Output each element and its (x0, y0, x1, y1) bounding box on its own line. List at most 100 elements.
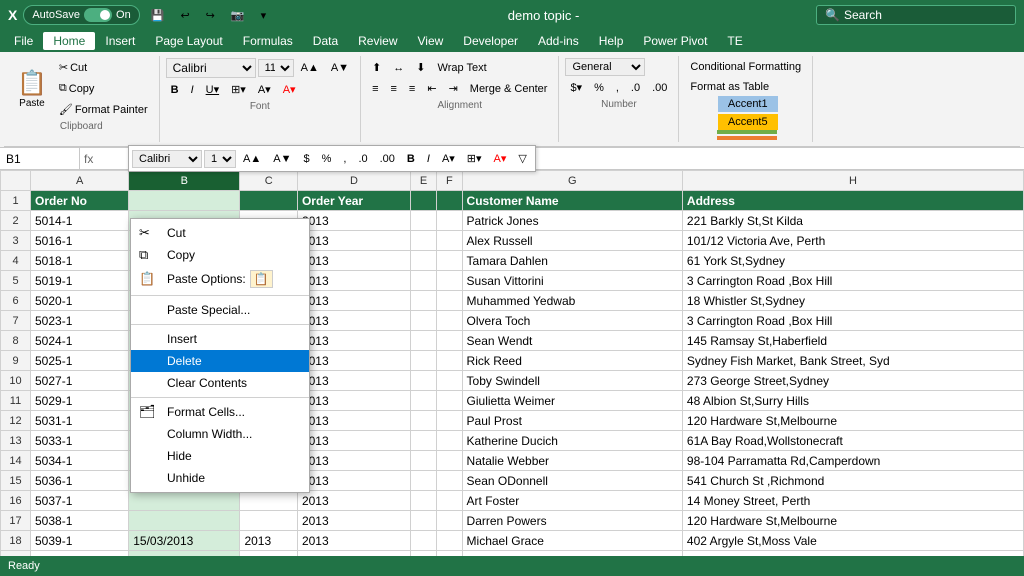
ctx-hide[interactable]: Hide (131, 445, 309, 467)
cell-d4[interactable]: 2013 (297, 251, 410, 271)
cell-f12[interactable] (437, 411, 462, 431)
cell-f11[interactable] (437, 391, 462, 411)
menu-addins[interactable]: Add-ins (528, 32, 589, 50)
cell-a1[interactable]: Order No (31, 191, 129, 211)
mini-border[interactable]: ⊞▾ (462, 149, 487, 168)
cell-a13[interactable]: 5033-1 (31, 431, 129, 451)
cell-e8[interactable] (410, 331, 436, 351)
border-button[interactable]: ⊞▾ (226, 80, 251, 99)
fill-color-button[interactable]: A▾ (253, 80, 276, 99)
mini-bold[interactable]: B (402, 150, 420, 168)
cell-d1[interactable]: Order Year (297, 191, 410, 211)
cell-a11[interactable]: 5029-1 (31, 391, 129, 411)
cell-b1[interactable] (129, 191, 240, 211)
cell-e15[interactable] (410, 471, 436, 491)
cell-f17[interactable] (437, 511, 462, 531)
ctx-paste-special[interactable]: Paste Special... (131, 299, 309, 321)
cell-e13[interactable] (410, 431, 436, 451)
cell-h16[interactable]: 14 Money Street, Perth (682, 491, 1023, 511)
format-as-table-button[interactable]: Format as Table (685, 78, 774, 96)
cell-d8[interactable]: 2013 (297, 331, 410, 351)
align-bottom-button[interactable]: ⬇ (411, 58, 430, 77)
cell-d11[interactable]: 2013 (297, 391, 410, 411)
cell-g13[interactable]: Katherine Ducich (462, 431, 682, 451)
cell-d10[interactable]: 2013 (297, 371, 410, 391)
cell-g2[interactable]: Patrick Jones (462, 211, 682, 231)
cell-e11[interactable] (410, 391, 436, 411)
cell-d12[interactable]: 2013 (297, 411, 410, 431)
cell-g9[interactable]: Rick Reed (462, 351, 682, 371)
cell-g7[interactable]: Olvera Toch (462, 311, 682, 331)
cell-g17[interactable]: Darren Powers (462, 511, 682, 531)
mini-currency[interactable]: $ (298, 150, 314, 168)
cell-e6[interactable] (410, 291, 436, 311)
cell-e17[interactable] (410, 511, 436, 531)
cell-g3[interactable]: Alex Russell (462, 231, 682, 251)
align-middle-button[interactable]: ↔ (388, 59, 409, 77)
cell-f7[interactable] (437, 311, 462, 331)
cell-e7[interactable] (410, 311, 436, 331)
cell-e18[interactable] (410, 531, 436, 551)
increase-decimal-button[interactable]: .00 (647, 78, 672, 97)
menu-power-pivot[interactable]: Power Pivot (633, 32, 717, 50)
accent1-button[interactable]: Accent1 (718, 96, 778, 112)
cell-a15[interactable]: 5036-1 (31, 471, 129, 491)
bold-button[interactable]: B (166, 81, 184, 99)
cell-f4[interactable] (437, 251, 462, 271)
ctx-delete[interactable]: Delete (131, 350, 309, 372)
cell-a17[interactable]: 5038-1 (31, 511, 129, 531)
col-header-a[interactable]: A (31, 171, 129, 191)
mini-increase-font[interactable]: A▲ (238, 150, 266, 168)
cell-g6[interactable]: Muhammed Yedwab (462, 291, 682, 311)
ctx-column-width[interactable]: Column Width... (131, 423, 309, 445)
cell-e2[interactable] (410, 211, 436, 231)
cell-a10[interactable]: 5027-1 (31, 371, 129, 391)
accent-right2-button[interactable] (717, 136, 777, 140)
cell-f10[interactable] (437, 371, 462, 391)
menu-home[interactable]: Home (43, 32, 95, 50)
cell-h9[interactable]: Sydney Fish Market, Bank Street, Syd (682, 351, 1023, 371)
mini-size-select[interactable]: 11 (204, 150, 236, 168)
cell-g10[interactable]: Toby Swindell (462, 371, 682, 391)
cell-c16[interactable] (240, 491, 297, 511)
cell-f14[interactable] (437, 451, 462, 471)
menu-insert[interactable]: Insert (95, 32, 145, 50)
cell-d9[interactable]: 2013 (297, 351, 410, 371)
increase-font-button[interactable]: A▲ (296, 59, 324, 77)
cell-d2[interactable]: 2013 (297, 211, 410, 231)
menu-review[interactable]: Review (348, 32, 407, 50)
ctx-insert[interactable]: Insert (131, 328, 309, 350)
cell-h13[interactable]: 61A Bay Road,Wollstonecraft (682, 431, 1023, 451)
customize-button[interactable]: ▾ (256, 6, 272, 25)
cell-h4[interactable]: 61 York St,Sydney (682, 251, 1023, 271)
align-top-button[interactable]: ⬆ (367, 58, 386, 77)
mini-italic[interactable]: I (422, 150, 435, 168)
cell-b18[interactable]: 15/03/2013 (129, 531, 240, 551)
ctx-clear-contents[interactable]: Clear Contents (131, 372, 309, 394)
mini-font-select[interactable]: Calibri (132, 150, 202, 168)
cell-a12[interactable]: 5031-1 (31, 411, 129, 431)
cell-g4[interactable]: Tamara Dahlen (462, 251, 682, 271)
font-size-select[interactable]: 11 (258, 59, 294, 77)
col-header-f[interactable]: F (437, 171, 462, 191)
cell-h17[interactable]: 120 Hardware St,Melbourne (682, 511, 1023, 531)
cell-h12[interactable]: 120 Hardware St,Melbourne (682, 411, 1023, 431)
save-button[interactable]: 💾 (146, 6, 170, 25)
cell-e3[interactable] (410, 231, 436, 251)
copy-button[interactable]: ⧉ Copy (54, 79, 153, 98)
cell-d5[interactable]: 2013 (297, 271, 410, 291)
mini-decrease-font[interactable]: A▼ (268, 150, 296, 168)
cell-f3[interactable] (437, 231, 462, 251)
cell-f5[interactable] (437, 271, 462, 291)
cell-a5[interactable]: 5019-1 (31, 271, 129, 291)
cell-h15[interactable]: 541 Church St ,Richmond (682, 471, 1023, 491)
cell-h7[interactable]: 3 Carrington Road ,Box Hill (682, 311, 1023, 331)
col-header-d[interactable]: D (297, 171, 410, 191)
cell-f16[interactable] (437, 491, 462, 511)
cell-c17[interactable] (240, 511, 297, 531)
cell-g15[interactable]: Sean ODonnell (462, 471, 682, 491)
cell-e10[interactable] (410, 371, 436, 391)
cut-button[interactable]: ✂ Cut (54, 58, 153, 77)
font-color-button[interactable]: A▾ (278, 80, 301, 99)
comma-button[interactable]: , (611, 78, 624, 97)
